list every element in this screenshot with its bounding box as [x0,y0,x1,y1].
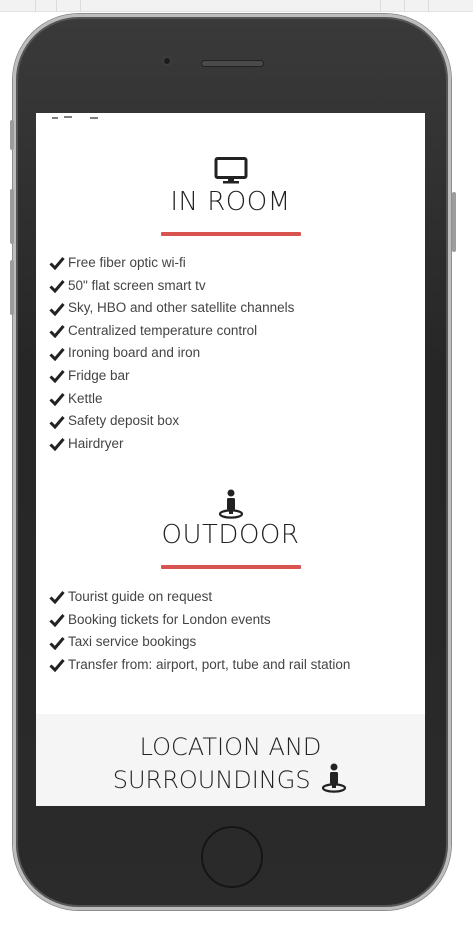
list-item: Taxi service bookings [49,631,350,654]
list-item: Free fiber optic wi-fi [49,252,294,275]
list-item: Centralized temperature control [49,320,294,343]
in-room-title: IN ROOM [170,187,291,217]
phone-screen[interactable]: IN ROOM Free fiber optic wi-fi 50" flat … [36,113,425,806]
person-location-icon [36,489,425,519]
outdoor-title: OUTDOOR [161,520,300,550]
check-icon [49,659,65,673]
item-label: Kettle [68,390,103,406]
list-item: Booking tickets for London events [49,609,350,632]
check-icon [49,415,65,429]
list-item: Fridge bar [49,365,294,388]
check-icon [49,438,65,452]
outdoor-list: Tourist guide on request Booking tickets… [49,586,350,676]
volume-up-button [10,189,14,244]
list-item: Ironing board and iron [49,342,294,365]
list-item: 50" flat screen smart tv [49,275,294,298]
item-label: Free fiber optic wi-fi [68,255,186,270]
list-item: Kettle [49,388,294,411]
home-button[interactable] [201,826,263,888]
check-icon [49,280,65,294]
in-room-list: Free fiber optic wi-fi 50" flat screen s… [49,252,294,455]
earpiece-speaker [201,60,264,67]
item-label: Sky, HBO and other satellite channels [68,300,295,316]
list-item: Transfer from: airport, port, tube and r… [49,654,350,677]
item-label: Tourist guide on request [68,589,213,604]
list-item: Sky, HBO and other satellite channels [49,297,294,320]
monitor-icon [36,157,425,185]
item-label: Taxi service bookings [68,634,197,650]
browser-top-strip [0,0,473,12]
item-label: Safety deposit box [68,413,180,429]
location-section: LOCATION AND SURROUNDINGS [36,714,425,806]
check-icon [49,393,65,406]
check-icon [49,325,65,339]
check-icon [49,257,65,271]
list-item: Tourist guide on request [49,586,350,609]
in-room-underline [161,232,301,236]
item-label: Fridge bar [68,367,130,383]
location-title-line2: SURROUNDINGS [36,763,425,796]
check-icon [49,370,65,384]
front-camera [162,56,172,66]
check-icon [49,636,65,650]
item-label: Centralized temperature control [68,322,258,338]
outdoor-underline [161,565,301,569]
item-label: 50" flat screen smart tv [68,277,206,293]
person-location-icon [322,763,347,793]
check-icon [49,347,65,361]
mute-switch [10,120,14,150]
list-item: Safety deposit box [49,410,294,433]
item-label: Hairdryer [68,435,124,451]
power-button [452,192,456,252]
check-icon [49,302,65,316]
item-label: Booking tickets for London events [68,611,271,627]
list-item: Hairdryer [49,433,294,456]
check-icon [49,614,65,628]
check-icon [49,591,65,605]
item-label: Transfer from: airport, port, tube and r… [68,656,351,672]
location-title-line1: LOCATION AND [139,733,322,761]
item-label: Ironing board and iron [68,345,201,361]
volume-down-button [10,260,14,315]
location-title-text: SURROUNDINGS [112,766,311,794]
